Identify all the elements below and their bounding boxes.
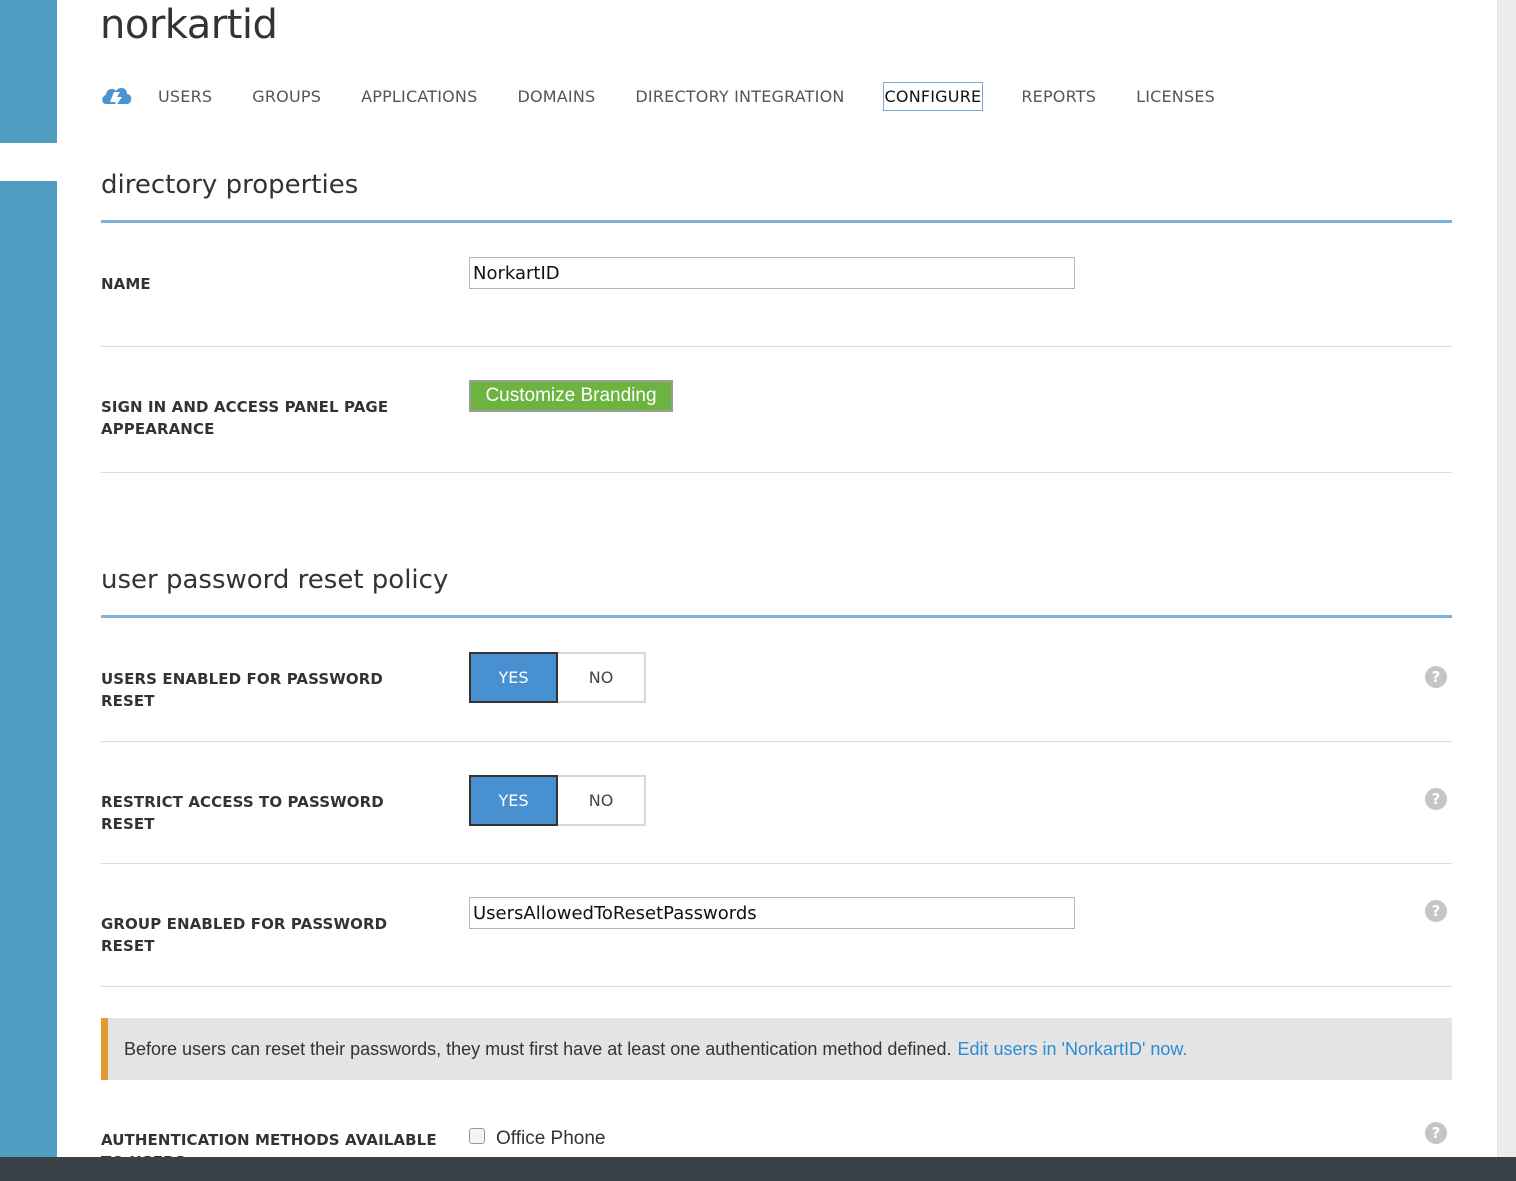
row-divider	[101, 741, 1452, 742]
edit-users-link[interactable]: Edit users in 'NorkartID' now.	[957, 1039, 1187, 1060]
help-icon[interactable]: ?	[1425, 788, 1447, 810]
group-enabled-input[interactable]	[469, 897, 1075, 929]
help-icon[interactable]: ?	[1425, 666, 1447, 688]
help-icon[interactable]: ?	[1425, 900, 1447, 922]
tab-domains[interactable]: DOMAINS	[515, 82, 597, 111]
vertical-scrollbar[interactable]	[1497, 0, 1516, 1157]
directory-title: norkartid	[100, 2, 278, 48]
tab-reports[interactable]: REPORTS	[1019, 82, 1098, 111]
row-divider	[101, 472, 1452, 473]
restrict-access-label: RESTRICT ACCESS TO PASSWORD RESET	[101, 793, 384, 833]
tab-licenses[interactable]: LICENSES	[1134, 82, 1217, 111]
tab-applications[interactable]: APPLICATIONS	[359, 82, 479, 111]
office-phone-checkbox[interactable]	[469, 1128, 485, 1144]
notice-text: Before users can reset their passwords, …	[124, 1038, 952, 1059]
tab-users[interactable]: USERS	[156, 82, 214, 111]
password-reset-policy-heading: user password reset policy	[101, 565, 449, 595]
bottom-command-bar	[0, 1157, 1516, 1181]
row-divider	[101, 346, 1452, 347]
users-enabled-yes-button[interactable]: YES	[469, 652, 558, 703]
help-icon[interactable]: ?	[1425, 1122, 1447, 1144]
row-divider	[101, 863, 1452, 864]
directory-properties-heading: directory properties	[101, 170, 359, 200]
tab-groups[interactable]: GROUPS	[250, 82, 323, 111]
customize-branding-button[interactable]: Customize Branding	[469, 380, 673, 412]
row-divider	[101, 986, 1452, 987]
auth-method-notice: Before users can reset their passwords, …	[101, 1018, 1452, 1080]
users-enabled-toggle: YES NO	[469, 652, 646, 703]
auth-methods-label: AUTHENTICATION METHODS AVAILABLE TO USER…	[101, 1131, 437, 1157]
name-label: NAME	[101, 275, 151, 293]
directory-name-input[interactable]	[469, 257, 1075, 289]
directory-tab-bar: USERS GROUPS APPLICATIONS DOMAINS DIRECT…	[100, 80, 1253, 112]
section-rule	[101, 220, 1452, 223]
restrict-access-toggle: YES NO	[469, 775, 646, 826]
users-enabled-no-button[interactable]: NO	[558, 654, 644, 701]
tab-directory-integration[interactable]: DIRECTORY INTEGRATION	[633, 82, 846, 111]
tab-configure[interactable]: CONFIGURE	[882, 81, 984, 111]
office-phone-label: Office Phone	[496, 1128, 606, 1149]
restrict-access-no-button[interactable]: NO	[558, 777, 644, 824]
users-enabled-label: USERS ENABLED FOR PASSWORD RESET	[101, 670, 383, 710]
section-rule	[101, 615, 1452, 618]
left-nav-strip-top	[0, 0, 57, 143]
restrict-access-yes-button[interactable]: YES	[469, 775, 558, 826]
group-enabled-label: GROUP ENABLED FOR PASSWORD RESET	[101, 915, 388, 955]
azure-cloud-icon[interactable]	[100, 80, 134, 112]
appearance-label: SIGN IN AND ACCESS PANEL PAGE APPEARANCE	[101, 398, 389, 438]
left-nav-strip	[0, 181, 57, 1157]
